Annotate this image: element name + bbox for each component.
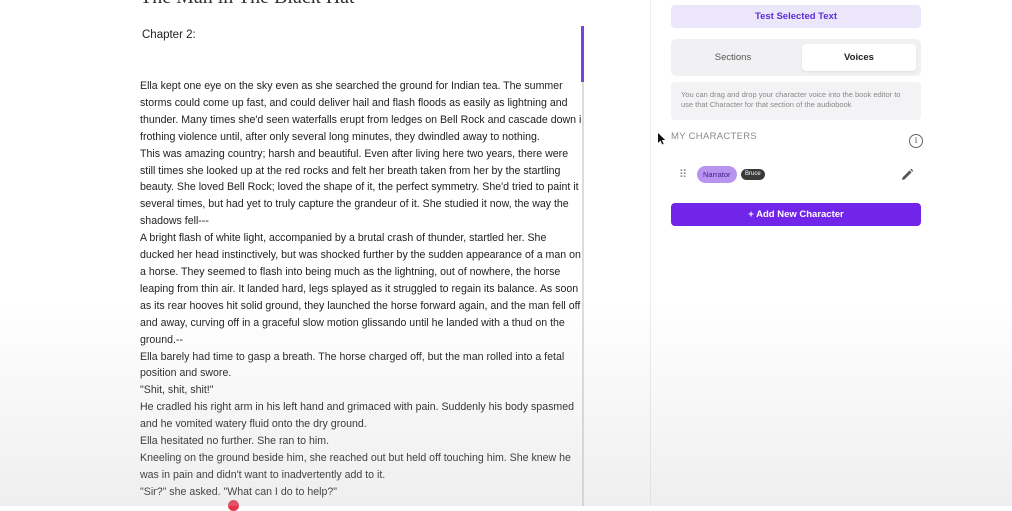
text-line[interactable]: Kneeling on the ground beside him, she r… [140, 450, 582, 467]
text-line[interactable]: shadows fell--- [140, 213, 582, 230]
text-line[interactable]: This was amazing country; harsh and beau… [140, 146, 582, 163]
edit-pencil-icon[interactable] [900, 168, 914, 182]
tab-voices[interactable]: Voices [802, 44, 916, 71]
mouse-cursor-icon [658, 133, 666, 145]
text-line[interactable]: a horse. They seemed to flash into being… [140, 264, 582, 281]
text-line[interactable]: leaping from thin air. It landed hard, l… [140, 281, 582, 298]
text-line[interactable]: frothing violence until, after only seve… [140, 129, 582, 146]
text-line[interactable]: "Shit, shit, shit!" [140, 382, 582, 399]
character-voice-badge: Bruce [741, 169, 765, 180]
text-line[interactable]: and he vomited watery fluid onto the dry… [140, 416, 582, 433]
text-line[interactable]: and away, curving off in a graceful slow… [140, 315, 582, 332]
editor-scrollbar-thumb[interactable] [581, 26, 584, 82]
chapter-heading[interactable]: Chapter 2: [142, 29, 196, 41]
text-line[interactable]: beauty. She loved Bell Rock; loved the s… [140, 179, 582, 196]
text-line[interactable]: A bright flash of white light, accompani… [140, 230, 582, 247]
text-line[interactable]: several times, but had yet to truly capt… [140, 196, 582, 213]
text-line[interactable]: ground.-- [140, 332, 582, 349]
drag-drop-help-text: You can drag and drop your character voi… [671, 82, 921, 120]
add-new-character-button[interactable]: + Add New Character [671, 203, 921, 226]
book-title: The Man in The Black Hat [140, 0, 355, 9]
book-editor[interactable]: The Man in The Black Hat Chapter 2: Ella… [0, 0, 650, 511]
text-line[interactable]: was in pain and didn't want to inadverte… [140, 467, 582, 484]
text-line[interactable]: storms could come up fast, and could del… [140, 95, 582, 112]
voices-sidebar: Test Selected Text Sections Voices You c… [650, 0, 1012, 506]
tab-sections[interactable]: Sections [676, 44, 790, 71]
text-line[interactable]: Ella kept one eye on the sky even as she… [140, 78, 582, 95]
chapter-text[interactable]: Ella kept one eye on the sky even as she… [140, 78, 582, 501]
text-line[interactable]: "Sir?" she asked. "What can I do to help… [140, 484, 582, 501]
my-characters-heading: MY CHARACTERS [671, 131, 758, 142]
text-line[interactable]: ducked her head instinctively, but was s… [140, 247, 582, 264]
text-line[interactable]: Ella barely had time to gasp a breath. T… [140, 349, 582, 366]
sidebar-tabs: Sections Voices [671, 39, 921, 76]
editor-scrollbar-track[interactable] [582, 26, 584, 506]
info-icon[interactable]: i [909, 134, 923, 148]
character-name-pill[interactable]: Narrator [697, 166, 737, 183]
drag-handle-icon[interactable]: ⠿ [679, 168, 687, 182]
text-line[interactable]: thunder. Many times she'd seen waterfall… [140, 112, 582, 129]
text-line[interactable]: as its rear hooves hit solid ground, the… [140, 298, 582, 315]
text-line[interactable]: Ella hesitated no further. She ran to hi… [140, 433, 582, 450]
test-selected-text-button[interactable]: Test Selected Text [671, 5, 921, 28]
text-line[interactable]: He cradled his right arm in his left han… [140, 399, 582, 416]
text-line[interactable]: still times she looked up at the red roc… [140, 163, 582, 180]
text-line[interactable]: position and swore. [140, 365, 582, 382]
